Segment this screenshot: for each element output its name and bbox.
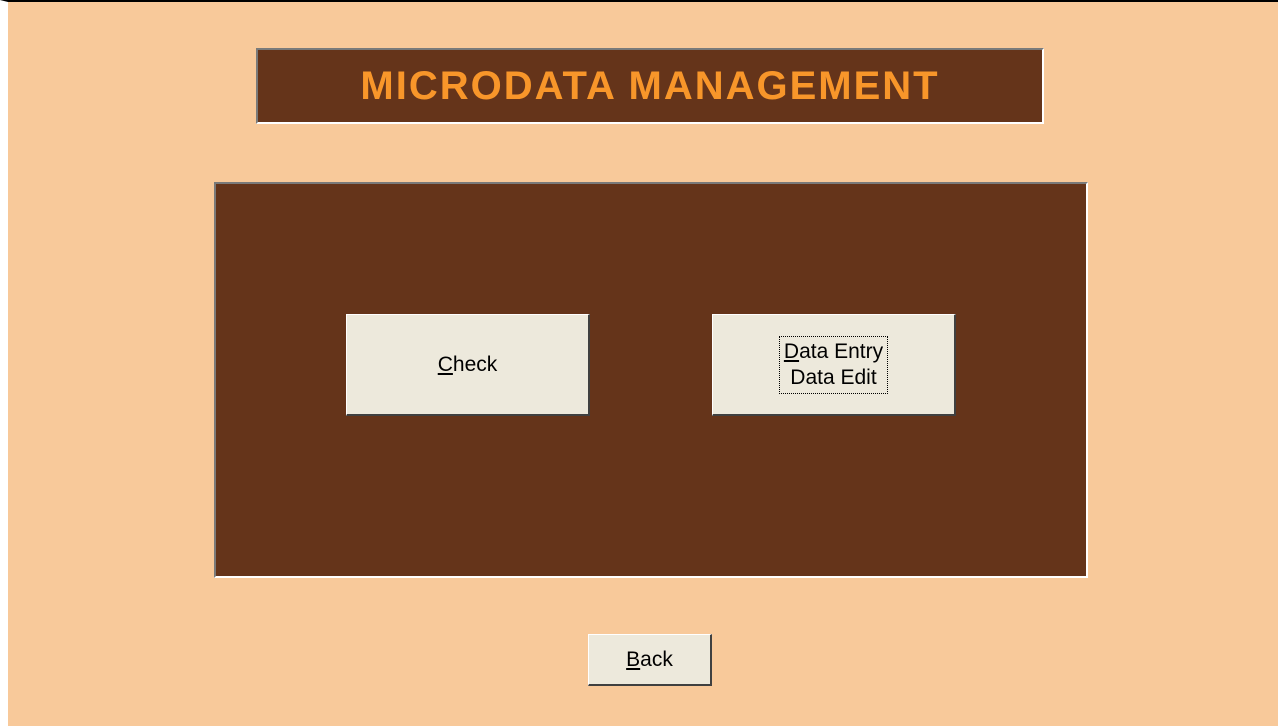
back-mnemonic: B [626, 647, 641, 671]
menu-panel: Check Data Entry Data Edit [214, 182, 1088, 578]
data-edit-label: Data Edit [790, 365, 877, 389]
back-button-label: Back [626, 648, 673, 672]
back-label-rest: ack [640, 647, 673, 671]
check-button-label: Check [438, 353, 498, 377]
data-entry-label-rest: ata Entry [799, 339, 884, 363]
back-button[interactable]: Back [588, 634, 712, 686]
data-entry-label: Data Entry [784, 339, 883, 365]
check-button[interactable]: Check [346, 314, 590, 416]
data-entry-mnemonic: D [783, 339, 800, 363]
app-window: MICRODATA MANAGEMENT Check Data Entry Da… [0, 0, 1278, 726]
data-entry-edit-button[interactable]: Data Entry Data Edit [712, 314, 956, 416]
title-banner: MICRODATA MANAGEMENT [256, 48, 1044, 124]
check-label-rest: heck [452, 352, 498, 376]
focus-rectangle: Data Entry Data Edit [778, 335, 889, 394]
page-title: MICRODATA MANAGEMENT [360, 63, 940, 108]
check-mnemonic: C [437, 352, 453, 376]
